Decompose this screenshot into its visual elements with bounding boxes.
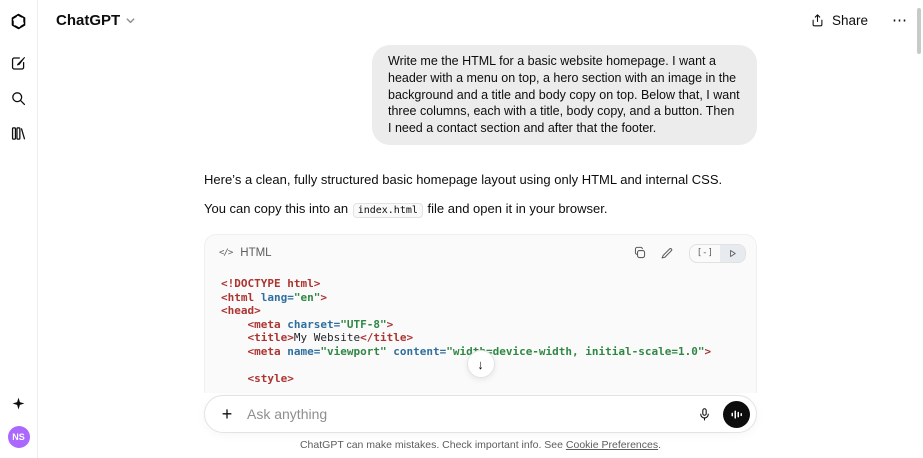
main-area: ChatGPT Share ⋯ Write me the HTML for a … — [38, 0, 923, 458]
code-block-header: </> HTML [-] — [205, 235, 756, 271]
code-line: <title>My Website</title> — [247, 331, 414, 345]
more-options-button[interactable]: ⋯ — [892, 13, 907, 28]
composer: + — [204, 395, 757, 433]
attach-button[interactable]: + — [213, 400, 241, 428]
microphone-icon — [699, 407, 709, 420]
copy-code-button[interactable] — [633, 246, 647, 260]
user-message-row: Write me the HTML for a basic website ho… — [204, 45, 757, 145]
footer-disclaimer: ChatGPT can make mistakes. Check importa… — [300, 433, 661, 458]
search-button[interactable] — [6, 85, 32, 111]
chevron-down-icon — [126, 17, 135, 23]
code-view-toggle: [-] — [688, 243, 746, 263]
disclaimer-text: ChatGPT can make mistakes. Check importa… — [299, 439, 566, 451]
compose-icon — [11, 56, 25, 70]
cookie-preferences-link[interactable]: Cookie Preferences — [566, 439, 658, 451]
message-input[interactable] — [241, 406, 692, 422]
assistant-paragraph-1: Here’s a clean, fully structured basic h… — [204, 171, 723, 187]
assistant-paragraph-2: You can copy this into an index.html fil… — [204, 200, 757, 218]
code-block: </> HTML [-] <!DOCTYPE html> <html lang=… — [204, 234, 757, 405]
chatgpt-app: { "header": { "title": "ChatGPT", "share… — [0, 0, 923, 458]
disclaimer-period: . — [658, 439, 662, 451]
copy-icon — [634, 247, 645, 259]
search-icon — [12, 91, 26, 105]
app-root: NS ChatGPT Share ⋯ Write me the HTML for… — [0, 0, 923, 458]
scroll-to-bottom-button[interactable]: ↓ — [466, 350, 495, 378]
preview-run-button[interactable] — [720, 244, 745, 262]
share-button[interactable]: Share — [804, 12, 874, 29]
inline-code-filename: index.html — [352, 202, 423, 218]
new-chat-button[interactable] — [6, 50, 32, 76]
sidebar: NS — [0, 0, 38, 458]
code-language-label: HTML — [240, 247, 272, 260]
topbar-actions: Share ⋯ — [804, 12, 907, 29]
model-switcher[interactable]: ChatGPT — [50, 8, 142, 33]
edit-pencil-icon — [661, 248, 673, 259]
library-button[interactable] — [6, 120, 32, 146]
code-line: <head> — [221, 304, 261, 318]
scroll-down-arrow-icon: ↓ — [477, 356, 484, 372]
avatar[interactable]: NS — [7, 426, 30, 448]
code-content: <!DOCTYPE html> <html lang="en"> <head> <m… — [205, 271, 756, 397]
code-actions: [-] — [633, 243, 746, 263]
share-upload-icon — [812, 13, 823, 26]
scrollbar-thumb[interactable] — [917, 8, 921, 54]
openai-logo-icon — [11, 13, 26, 29]
play-icon — [730, 249, 736, 257]
user-message: Write me the HTML for a basic website ho… — [372, 45, 757, 145]
upgrade-button[interactable] — [6, 390, 32, 416]
sidebar-bottom: NS — [6, 390, 32, 448]
composer-area: + ChatG — [38, 393, 923, 458]
dictate-button[interactable] — [692, 402, 716, 426]
assistant-paragraph-2-pre: You can copy this into an — [204, 200, 352, 216]
sparkle-icon — [12, 397, 25, 409]
code-line: <html lang="en"> — [221, 290, 327, 304]
voice-waveform-icon — [731, 409, 742, 419]
code-lang-icon: </> — [219, 248, 233, 259]
library-icon — [11, 126, 26, 140]
voice-mode-button[interactable] — [723, 400, 750, 428]
openai-logo[interactable] — [6, 8, 32, 34]
share-label: Share — [831, 12, 868, 28]
code-line: <!DOCTYPE html> — [221, 277, 321, 291]
assistant-paragraph-2-post: file and open it in your browser. — [423, 200, 608, 216]
code-view-button[interactable]: [-] — [690, 245, 720, 262]
code-language: </> HTML — [219, 247, 272, 259]
topbar: ChatGPT Share ⋯ — [38, 0, 923, 40]
edit-code-button[interactable] — [660, 246, 674, 260]
code-line: <meta charset="UTF-8"> — [247, 317, 394, 331]
page-title: ChatGPT — [56, 11, 121, 29]
